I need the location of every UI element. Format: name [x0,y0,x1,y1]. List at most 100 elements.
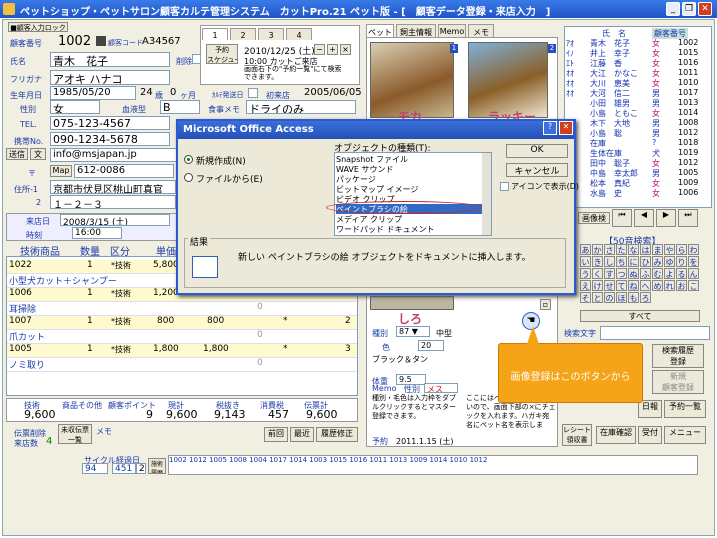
address-field[interactable]: 京都市伏見区桃山町真官 [50,180,176,194]
reservation-list-button[interactable]: 予約一覧 [664,400,706,418]
kana-button[interactable]: れ [664,280,675,291]
menu-button[interactable]: メニュー [664,426,706,444]
blood-select[interactable]: B [160,100,200,114]
customer-list-row[interactable]: 木下 大地男 1008 [566,118,710,128]
kana-button[interactable]: よ [664,268,675,279]
all-button[interactable]: すべて [580,310,700,322]
kana-button[interactable]: い [580,256,591,267]
show-icon-checkbox[interactable] [500,182,509,191]
daily-report-button[interactable]: 日報 [638,400,662,418]
kana-button[interactable]: き [592,256,603,267]
kana-button[interactable]: や [664,244,675,255]
object-type-item[interactable]: メディア クリップ [336,214,482,224]
kana-button[interactable]: ん [688,268,699,279]
kana-button[interactable]: を [688,256,699,267]
image-register-button[interactable]: ▫ [540,299,551,310]
receipt-button[interactable]: レシート 領収書 [562,424,592,446]
customer-lock-button[interactable]: ■顧客入力ロック [8,22,68,32]
pet-type-select[interactable]: 87 ▼ [396,326,430,337]
delete-date-button[interactable]: × [340,44,351,55]
zip-field[interactable]: 612-0086 [74,164,174,178]
dm-checkbox[interactable] [248,88,258,98]
customer-list-row[interactable]: 中島 幸太郎男 1005 [566,168,710,178]
kana-button[interactable]: ぬ [628,268,639,279]
customer-list-row[interactable]: ｱｵ 青木 花子女 1002 [566,38,710,48]
reception-button[interactable]: 受付 [638,426,662,444]
kana-button[interactable]: あ [580,244,591,255]
reservation-tab-4[interactable]: 4 [286,28,312,40]
customer-list-row[interactable]: 水島 史女 1006 [566,188,710,198]
next-record-button[interactable]: ▶ [656,209,676,227]
object-type-item[interactable]: ビットマップ イメージ [336,184,482,194]
pet-photo-3[interactable] [370,296,454,310]
kana-button[interactable]: せ [604,280,615,291]
kana-button[interactable]: の [604,292,615,303]
customer-list-row[interactable]: ｴﾄ 江藤 香女 1016 [566,58,710,68]
history-edit-button[interactable]: 履歴修正 [316,427,358,442]
recent-visit-button[interactable]: 最近 [290,427,314,442]
kana-button[interactable]: ち [616,256,627,267]
kana-button[interactable]: し [604,256,615,267]
kana-button[interactable]: く [592,268,603,279]
name-field[interactable]: 青木 花子 [50,52,170,67]
mail-field[interactable]: info@msjapan.jp [50,148,180,162]
unpaid-list-button[interactable]: 未収伝票 一覧 [58,424,92,444]
customer-list-row[interactable]: ｲﾉ 井上 幸子女 1015 [566,48,710,58]
kana-button[interactable]: と [592,292,603,303]
prev-date-button[interactable]: − [314,44,325,55]
tab-pet[interactable]: ペット [366,24,394,37]
object-type-item[interactable]: Snapshot ファイル [336,154,482,164]
reservation-schedule-button[interactable]: 予約 スケジュール [206,44,238,64]
kana-button[interactable]: も [628,292,639,303]
reservation-tab-1[interactable]: 1 [202,28,228,40]
kana-button[interactable]: け [592,280,603,291]
address2-field[interactable]: １－２－３ [50,195,176,209]
object-type-item[interactable]: WAVE サウンド [336,164,482,174]
kana-button[interactable]: ら [676,244,687,255]
customer-list-row[interactable]: 小島 ともこ女 1014 [566,108,710,118]
tel-field[interactable]: 075-123-4567 [50,116,170,130]
dialog-help-button[interactable]: ? [543,121,557,135]
next-date-button[interactable]: + [327,44,338,55]
object-type-item[interactable]: パッケージ [336,174,482,184]
kana-button[interactable]: お [676,280,687,291]
pet-photo-2[interactable] [468,42,548,118]
kana-button[interactable]: て [616,280,627,291]
kana-button[interactable]: た [616,244,627,255]
kana-button[interactable]: ろ [640,292,651,303]
image-search-button[interactable]: 画像検 [578,212,610,224]
kana-button[interactable]: う [580,268,591,279]
kana-button[interactable]: る [676,268,687,279]
cancel-button[interactable]: キャンセル [506,163,568,177]
kana-button[interactable]: へ [640,280,651,291]
first-record-button[interactable]: ⏮ [612,209,632,227]
kana-button[interactable]: こ [688,280,699,291]
kana-button[interactable]: り [676,256,687,267]
kana-button[interactable]: つ [616,268,627,279]
mail-send-button[interactable]: 送信 [6,148,28,160]
file-radio[interactable] [184,173,193,182]
tab-owner[interactable]: 飼主情報 [396,24,436,37]
kana-button[interactable]: は [640,244,651,255]
kana-button[interactable]: み [652,256,663,267]
last-record-button[interactable]: ⏭ [678,209,698,227]
treatment-history-button[interactable]: 施術 履歴 [148,458,166,474]
kana-button[interactable]: か [592,244,603,255]
pet-color-select[interactable]: 20 [418,340,444,351]
kana-field[interactable]: アオキ ハナコ [50,70,170,85]
search-register-button[interactable]: 検索履歴 登録 [652,344,704,368]
kana-button[interactable]: ゆ [664,256,675,267]
map-button[interactable]: Map [50,165,72,177]
food-field[interactable]: ドライのみ [246,100,356,114]
customer-list-row[interactable]: 小島 聡男 1012 [566,128,710,138]
customer-list-row[interactable]: 在庫? 1018 [566,138,710,148]
kana-button[interactable]: ふ [640,268,651,279]
search-text-field[interactable] [600,326,710,340]
customer-list-row[interactable]: ｵｵ 大川 恵美女 1010 [566,78,710,88]
customer-list-row[interactable]: ｵｵ 大河 信二男 1017 [566,88,710,98]
object-type-item[interactable]: ワードパッド ドキュメント [336,224,482,234]
ok-button[interactable]: OK [506,144,568,158]
visit-time-field[interactable]: 16:00 [72,227,122,239]
kana-button[interactable]: め [652,280,663,291]
customer-list-row[interactable]: 小田 雄男男 1013 [566,98,710,108]
